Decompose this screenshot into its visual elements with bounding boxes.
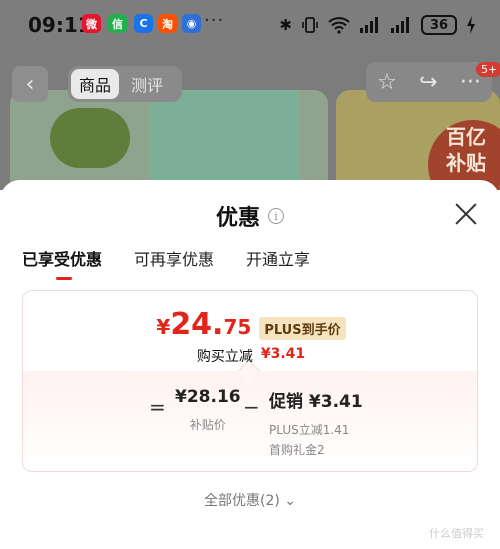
subsidy-price-label: 补贴价 [189, 418, 226, 432]
tab-product[interactable]: 商品 [71, 69, 120, 99]
price-card-breakdown [23, 371, 477, 471]
promo-banner-image: 百亿 补贴 [336, 90, 500, 190]
subsidy-price-value: ¥28.16 [175, 387, 241, 407]
final-price: ¥ 24. 75 [156, 307, 251, 342]
sheet-header: 优惠 i [0, 200, 500, 232]
final-price-line: ¥ 24. 75 PLUS到手价 [23, 307, 477, 342]
equals-sign: = [149, 395, 166, 419]
chevron-down-icon: ⌄ [284, 493, 297, 509]
status-indicators: ✱ 36 [279, 13, 476, 37]
browser-icon: C [134, 14, 153, 33]
tab-enjoyed-discounts[interactable]: 已享受优惠 [22, 246, 102, 280]
background-product-page: 百亿 补贴 ‹ 商品 测评 ☆ ↪ ··· 5+ [0, 50, 500, 190]
charging-icon [467, 16, 475, 34]
watermark: 什么值得买 [429, 527, 484, 540]
tab-more-discounts[interactable]: 可再享优惠 [134, 246, 214, 280]
reduction-line: 购买立减 ¥3.41 [23, 346, 477, 366]
subsidy-badge-text: 百亿 补贴 [446, 125, 486, 175]
taobao-icon: 淘 [158, 14, 177, 33]
price-card: ¥ 24. 75 PLUS到手价 购买立减 ¥3.41 = ¥28.16 补贴价… [22, 290, 478, 472]
star-icon[interactable]: ☆ [377, 70, 397, 95]
app-icon: ◉ [182, 14, 201, 33]
product-tabs: 商品 测评 [68, 66, 182, 102]
all-offers-button[interactable]: 全部优惠(2) ⌄ [0, 490, 500, 510]
price-symbol: ¥ [156, 315, 171, 339]
wechat-icon: 信 [108, 14, 127, 33]
price-decimal: 75 [223, 315, 252, 339]
minus-sign: − [243, 395, 260, 419]
price-integer: 24. [170, 307, 224, 342]
discount-tabs: 已享受优惠 可再享优惠 开通立享 [22, 246, 310, 280]
promo-item-first-purchase: 首购礼金2 [269, 443, 325, 457]
signal-icon [360, 17, 378, 33]
bluetooth-icon: ✱ [279, 16, 292, 34]
tab-review[interactable]: 测评 [123, 69, 171, 99]
all-offers-label: 全部优惠(2) [203, 493, 280, 509]
reduction-label: 购买立减 [196, 349, 253, 365]
promo-value: 促销 ¥3.41 [269, 392, 363, 412]
sheet-title: 优惠 [215, 206, 260, 231]
back-button[interactable]: ‹ [12, 66, 48, 102]
more-notifications-icon: ··· [204, 10, 225, 31]
subsidy-price-block: ¥28.16 补贴价 [175, 387, 241, 435]
wifi-icon [328, 17, 350, 34]
status-bar: 09:11 微 信 C 淘 ◉ ··· ✱ 36 [0, 0, 500, 50]
promo-item-plus: PLUS立减1.41 [269, 423, 350, 437]
top-toolbar: ☆ ↪ ··· [366, 62, 492, 102]
reduction-amount: ¥3.41 [260, 346, 306, 362]
promo-block: 促销 ¥3.41 PLUS立减1.41 首购礼金2 [269, 387, 363, 460]
broccoli-image [50, 108, 130, 168]
message-badge: 5+ [476, 62, 500, 77]
close-icon[interactable] [452, 200, 480, 228]
info-icon[interactable]: i [268, 208, 284, 224]
weibo-icon: 微 [82, 14, 101, 33]
share-icon[interactable]: ↪ [419, 70, 437, 95]
signal-icon-2 [391, 17, 409, 33]
battery-icon: 36 [421, 15, 457, 35]
plus-price-tag: PLUS到手价 [259, 317, 346, 340]
vibrate-icon [302, 17, 318, 33]
tab-activate-plus[interactable]: 开通立享 [246, 246, 310, 280]
discount-sheet: 优惠 i 已享受优惠 可再享优惠 开通立享 ¥ 24. 75 PLUS到手价 购… [0, 180, 500, 549]
product-image [10, 90, 328, 190]
package-image [150, 90, 300, 190]
